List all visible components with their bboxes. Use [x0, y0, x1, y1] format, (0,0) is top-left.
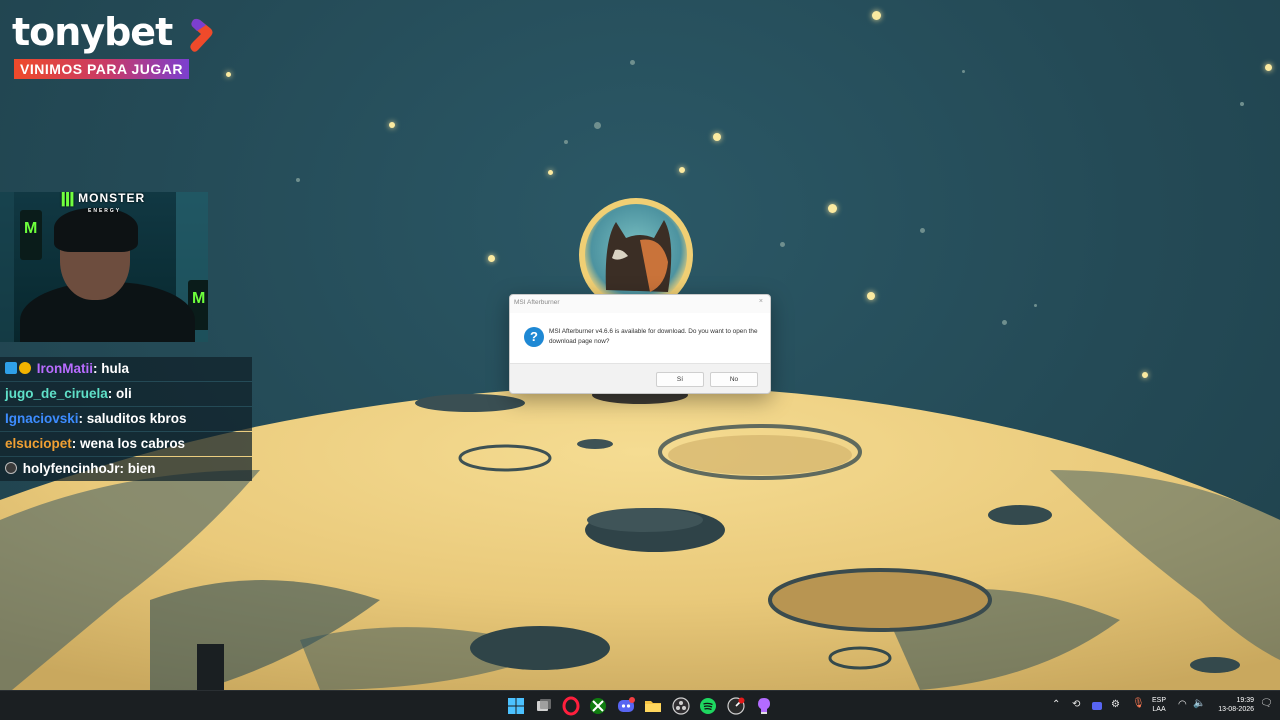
chat-username: jugo_de_ciruela: [5, 386, 108, 401]
chevron-up-icon[interactable]: ⌃: [1052, 699, 1060, 710]
chat-message: jugo_de_ciruela: oli: [0, 382, 252, 406]
steam-tray-icon[interactable]: ⚙: [1111, 699, 1120, 710]
chat-username: Ignaciovski: [5, 411, 79, 426]
lightbulb-icon[interactable]: [754, 696, 774, 716]
chat-username: IronMatii: [36, 361, 94, 376]
skull-badge-icon: [5, 461, 17, 474]
brand-mark-icon: [190, 18, 213, 52]
microphone-icon[interactable]: 🎙: [1132, 698, 1145, 709]
chat-text: : saluditos kbros: [78, 411, 187, 426]
question-icon: ?: [524, 327, 544, 347]
energy-can-left: M: [20, 210, 42, 260]
xbox-icon[interactable]: [588, 696, 608, 716]
spotify-icon[interactable]: [698, 696, 718, 716]
discord-icon[interactable]: [616, 696, 636, 716]
volume-icon[interactable]: 🔈: [1193, 698, 1205, 709]
chat-message: IronMatii: hula: [0, 357, 252, 381]
taskbar: ⌃ ⟲ ⚙ 🎙 ESP LAA ◠ 🔈 19:39 13-08-2026 🗨: [0, 690, 1280, 720]
chat-message: elsuciopet: wena los cabros: [0, 432, 252, 456]
language-indicator[interactable]: ESP LAA: [1152, 696, 1166, 714]
chat-username: holyfencinhoJr: [22, 461, 120, 476]
wifi-icon[interactable]: ◠: [1178, 699, 1187, 710]
dialog-title: MSI Afterburner: [514, 299, 560, 306]
webcam-feed: M M Ⅲ MONSTER ENERGY: [0, 192, 208, 342]
chat-username: elsuciopet: [5, 436, 72, 451]
monster-claw-icon: Ⅲ: [60, 192, 77, 211]
monster-logo: Ⅲ MONSTER ENERGY: [60, 192, 145, 214]
gold-coin-badge-icon: [19, 361, 31, 374]
afterburner-icon[interactable]: [726, 696, 746, 716]
notification-icon[interactable]: 🗨: [1260, 698, 1273, 709]
no-button[interactable]: No: [710, 372, 758, 387]
task-view-icon[interactable]: [534, 696, 554, 716]
streamer-hat: [54, 208, 138, 252]
close-icon[interactable]: ×: [759, 298, 763, 305]
system-clock[interactable]: 19:39 13-08-2026: [1208, 696, 1254, 714]
brand-tagline: VINIMOS PARA JUGAR: [14, 59, 190, 79]
dialog-footer: Sí No: [510, 363, 770, 393]
discord-tray-icon[interactable]: [1092, 702, 1102, 710]
folder-icon[interactable]: [643, 696, 663, 716]
chat-message: Ignaciovski: saluditos kbros: [0, 407, 252, 431]
windows-logo-icon[interactable]: [506, 696, 526, 716]
chat-text: : wena los cabros: [71, 436, 186, 451]
yes-button[interactable]: Sí: [656, 372, 704, 387]
chat-text: : bien: [119, 461, 156, 476]
obs-icon[interactable]: [671, 696, 691, 716]
chat-text: : oli: [107, 386, 132, 401]
cube-badge-icon: [5, 361, 17, 374]
dialog-message: MSI Afterburner v4.6.6 is available for …: [549, 328, 758, 345]
stream-chat: IronMatii: hula jugo_de_ciruela: oli Ign…: [0, 357, 252, 482]
update-dialog: MSI Afterburner × ? MSI Afterburner v4.6…: [509, 294, 771, 394]
chat-text: : hula: [93, 361, 130, 376]
dialog-body: ? MSI Afterburner v4.6.6 is available fo…: [510, 313, 770, 363]
tray-app-icon[interactable]: ⟲: [1072, 699, 1080, 710]
sponsor-logo: tonybet VINIMOS PARA JUGAR: [12, 10, 222, 82]
opera-icon[interactable]: [561, 696, 581, 716]
chat-message: holyfencinhoJr: bien: [0, 457, 252, 481]
